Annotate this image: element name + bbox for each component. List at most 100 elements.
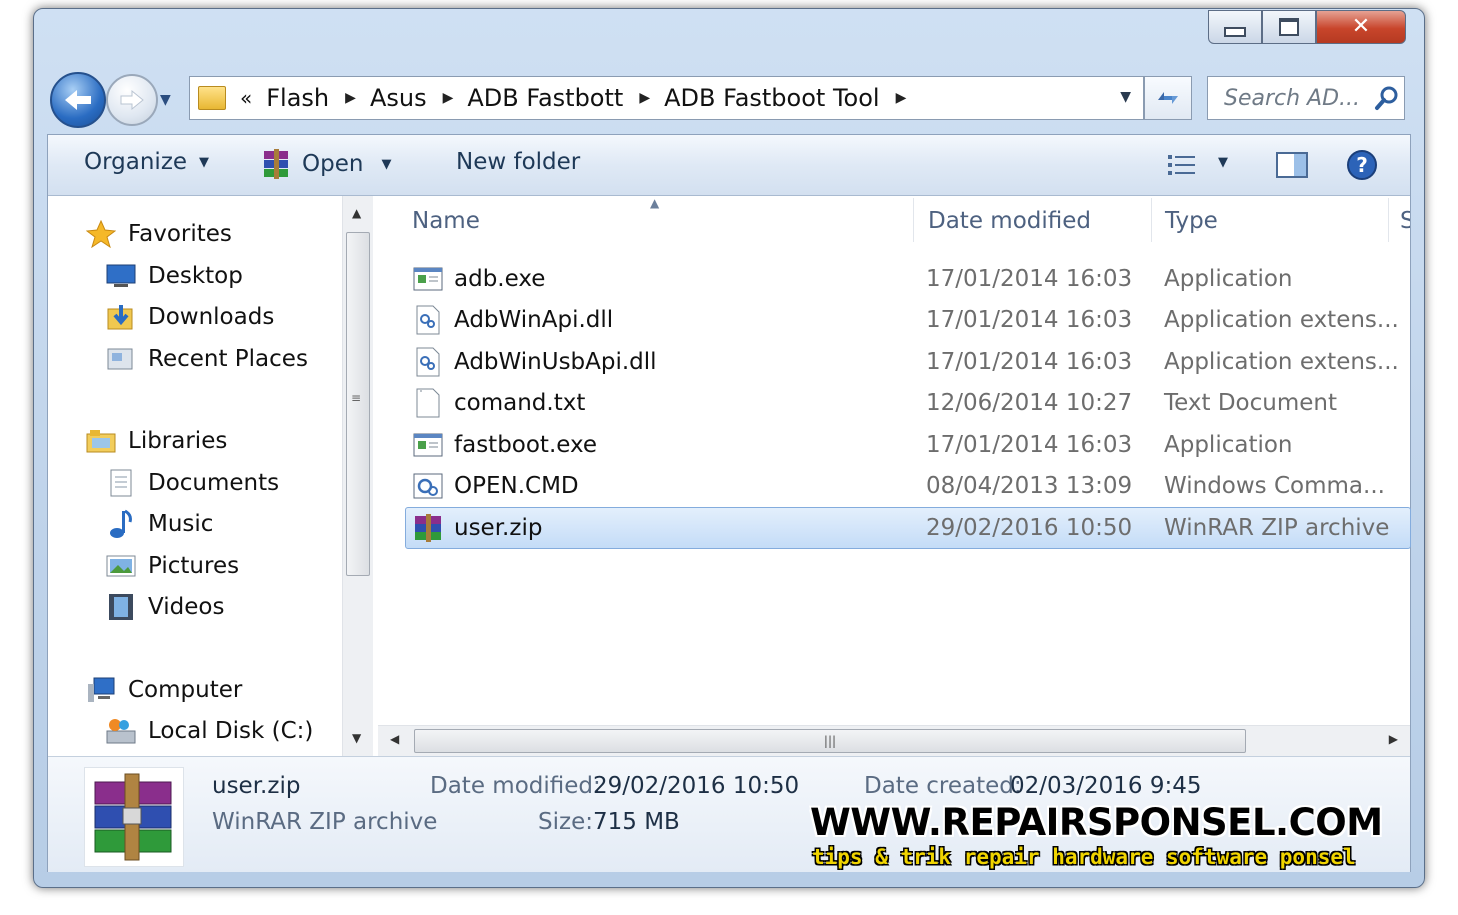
command-bar: Organize ▼ Open ▼ New folder ▼ ? (48, 135, 1410, 196)
desktop-icon (106, 262, 136, 290)
nav-item-label: Local Disk (C:) (148, 718, 314, 744)
file-list-scrollbar[interactable]: ◀ ||| ▶ (378, 725, 1410, 756)
file-date: 17/01/2014 16:03 (926, 349, 1133, 375)
chevron-right-icon[interactable]: ▶ (345, 90, 356, 106)
file-type: Application extens... (1164, 349, 1399, 375)
recent-places-icon (106, 345, 136, 373)
breadcrumb-adb-fastboot-tool[interactable]: ADB Fastboot Tool (664, 84, 879, 112)
music-icon (106, 509, 136, 538)
close-button[interactable]: ✕ (1316, 10, 1406, 44)
file-row[interactable]: comand.txt 12/06/2014 10:27 Text Documen… (406, 383, 1410, 423)
exe-icon (412, 429, 444, 461)
exe-icon (412, 263, 444, 295)
file-row[interactable]: OPEN.CMD 08/04/2013 13:09 Windows Comma.… (406, 466, 1410, 506)
breadcrumb-asus[interactable]: Asus (370, 84, 427, 112)
column-divider[interactable] (913, 198, 914, 242)
chevron-right-icon[interactable]: ▶ (896, 90, 907, 106)
search-input[interactable] (1222, 84, 1366, 112)
close-icon: ✕ (1351, 14, 1371, 39)
scroll-left-icon[interactable]: ◀ (390, 732, 399, 746)
open-button[interactable]: Open ▼ (262, 149, 391, 179)
file-list: ▲ Name Date modified Type S adb.exe 17/0… (378, 196, 1411, 726)
chevron-right-icon[interactable]: ▶ (443, 90, 454, 106)
local-disk-icon (106, 717, 136, 745)
computer-icon (86, 676, 116, 704)
scroll-up-icon[interactable]: ▲ (352, 206, 361, 220)
view-caret-icon[interactable]: ▼ (1218, 155, 1228, 170)
details-file-name: user.zip (212, 773, 301, 799)
breadcrumb-overflow[interactable]: « (240, 86, 252, 110)
preview-pane-button[interactable] (1276, 151, 1308, 183)
arrow-left-icon (65, 90, 91, 110)
organize-button[interactable]: Organize ▼ (84, 149, 209, 175)
column-header-type[interactable]: Type (1165, 208, 1218, 234)
nav-item-music[interactable]: Music (106, 509, 213, 538)
new-folder-button[interactable]: New folder (456, 149, 580, 175)
column-header-size[interactable]: S (1400, 208, 1410, 234)
breadcrumb-adb-fastbott[interactable]: ADB Fastbott (467, 84, 623, 112)
file-row-selected[interactable]: user.zip 29/02/2016 10:50 WinRAR ZIP arc… (405, 507, 1411, 549)
nav-libraries[interactable]: Libraries (86, 427, 227, 455)
nav-computer[interactable]: Computer (86, 676, 242, 704)
column-header-name[interactable]: Name (412, 208, 480, 234)
documents-icon (106, 469, 136, 497)
details-date-modified: 29/02/2016 10:50 (593, 773, 800, 799)
nav-item-videos[interactable]: Videos (106, 593, 224, 621)
nav-item-documents[interactable]: Documents (106, 469, 279, 497)
recent-pages-dropdown[interactable]: ▼ (160, 92, 171, 108)
scroll-down-icon[interactable]: ▼ (352, 731, 361, 745)
winrar-icon (412, 512, 444, 544)
file-thumbnail (84, 767, 184, 867)
maximize-button[interactable] (1262, 10, 1316, 44)
nav-item-recent-places[interactable]: Recent Places (106, 345, 308, 373)
search-box[interactable] (1207, 76, 1405, 120)
watermark-site: WWW.REPAIRSPONSEL.COM (810, 801, 1383, 844)
caret-down-icon[interactable]: ▼ (381, 157, 391, 172)
file-type: Application (1164, 432, 1293, 458)
minimize-button[interactable] (1208, 10, 1262, 44)
address-bar[interactable]: « Flash ▶ Asus ▶ ADB Fastbott ▶ ADB Fast… (189, 76, 1144, 120)
minimize-icon (1224, 27, 1246, 37)
forward-button[interactable] (106, 74, 158, 126)
column-divider[interactable] (1151, 198, 1152, 242)
address-history-dropdown[interactable]: ▼ (1120, 89, 1131, 105)
chevron-right-icon[interactable]: ▶ (639, 90, 650, 106)
nav-favorites[interactable]: Favorites (86, 220, 232, 248)
libraries-icon (86, 427, 116, 455)
view-options-button[interactable] (1166, 151, 1200, 183)
nav-item-downloads[interactable]: Downloads (106, 303, 274, 331)
column-divider[interactable] (1388, 198, 1389, 242)
scrollbar-thumb[interactable]: ||| (414, 729, 1246, 753)
nav-item-pictures[interactable]: Pictures (106, 552, 239, 580)
file-type: Application extens... (1164, 307, 1399, 333)
pictures-icon (106, 552, 136, 580)
nav-item-local-disk[interactable]: Local Disk (C:) (106, 717, 313, 745)
back-button[interactable] (50, 72, 106, 128)
file-row[interactable]: adb.exe 17/01/2014 16:03 Application (406, 259, 1410, 299)
nav-pane-scrollbar[interactable]: ▲ ≡ ▼ (342, 196, 373, 756)
details-size-label: Size: (538, 809, 593, 835)
scroll-right-icon[interactable]: ▶ (1389, 732, 1398, 746)
organize-label: Organize (84, 149, 188, 175)
details-file-type: WinRAR ZIP archive (212, 809, 438, 835)
file-date: 12/06/2014 10:27 (926, 390, 1133, 416)
file-row[interactable]: fastboot.exe 17/01/2014 16:03 Applicatio… (406, 425, 1410, 465)
nav-item-label: Documents (148, 470, 280, 496)
search-icon[interactable] (1374, 85, 1400, 111)
nav-item-desktop[interactable]: Desktop (106, 262, 243, 290)
file-date: 17/01/2014 16:03 (926, 307, 1133, 333)
file-name: adb.exe (454, 266, 546, 292)
file-type: Text Document (1164, 390, 1337, 416)
watermark-tagline: tips & trik repair hardware software pon… (812, 845, 1356, 869)
file-row[interactable]: AdbWinUsbApi.dll 17/01/2014 16:03 Applic… (406, 342, 1410, 382)
nav-item-label: Pictures (148, 553, 240, 579)
file-type: Application (1164, 266, 1293, 292)
open-label: Open (302, 151, 364, 177)
refresh-button[interactable] (1144, 76, 1192, 120)
cmd-icon (412, 470, 444, 502)
details-date-created-label: Date created: (864, 773, 1022, 799)
file-row[interactable]: AdbWinApi.dll 17/01/2014 16:03 Applicati… (406, 300, 1410, 340)
help-button[interactable]: ? (1346, 149, 1378, 185)
breadcrumb-flash[interactable]: Flash (266, 84, 329, 112)
column-header-date[interactable]: Date modified (928, 208, 1091, 234)
